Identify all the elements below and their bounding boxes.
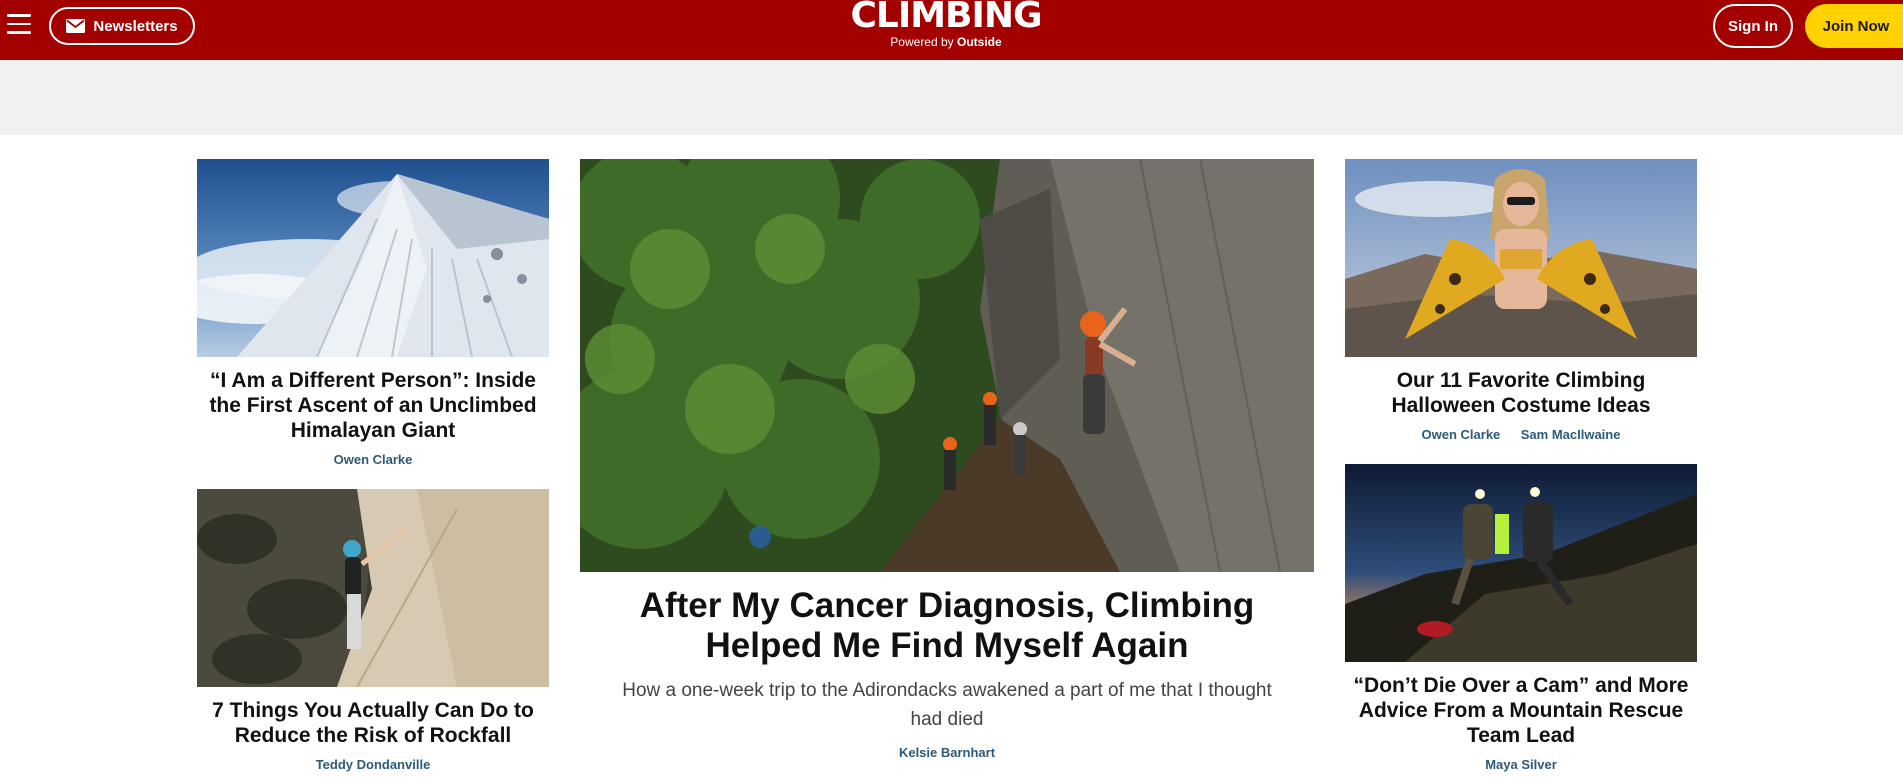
author-link[interactable]: Owen Clarke <box>1422 427 1501 442</box>
article-title[interactable]: Our 11 Favorite Climbing Halloween Costu… <box>1345 368 1697 418</box>
hamburger-menu-icon[interactable] <box>7 14 31 35</box>
tagline-brand: Outside <box>957 35 1002 49</box>
article-image-mountain-rescue[interactable] <box>1345 464 1697 662</box>
article-authors: Owen Clarke Sam MacIlwaine <box>1345 426 1697 444</box>
article-card-left-top: “I Am a Different Person”: Inside the Fi… <box>197 159 549 469</box>
article-authors: Kelsie Barnhart <box>580 744 1314 762</box>
article-card-feature: After My Cancer Diagnosis, Climbing Help… <box>580 159 1314 762</box>
article-authors: Maya Silver <box>1345 756 1697 774</box>
article-image-halloween-costume[interactable] <box>1345 159 1697 357</box>
article-title[interactable]: After My Cancer Diagnosis, Climbing Help… <box>580 586 1314 666</box>
article-authors: Owen Clarke <box>197 451 549 469</box>
author-link[interactable]: Maya Silver <box>1485 757 1557 772</box>
article-image-adirondacks-climb[interactable] <box>580 159 1314 572</box>
author-link[interactable]: Teddy Dondanville <box>316 757 431 772</box>
powered-by-tagline: Powered by Outside <box>846 35 1046 49</box>
site-header: Newsletters CLIMBING Powered by Outside … <box>0 0 1903 60</box>
ad-banner-area <box>0 60 1903 135</box>
envelope-icon <box>66 19 86 33</box>
article-title[interactable]: 7 Things You Actually Can Do to Reduce t… <box>197 698 549 748</box>
climbing-logo[interactable]: CLIMBING <box>846 0 1046 34</box>
sign-in-button[interactable]: Sign In <box>1713 4 1793 48</box>
article-card-left-bottom: 7 Things You Actually Can Do to Reduce t… <box>197 489 549 774</box>
article-title[interactable]: “Don’t Die Over a Cam” and More Advice F… <box>1345 673 1697 748</box>
tagline-prefix: Powered by <box>890 35 954 49</box>
author-link[interactable]: Sam MacIlwaine <box>1521 427 1621 442</box>
author-link[interactable]: Kelsie Barnhart <box>899 745 995 760</box>
article-image-himalayan-peak[interactable] <box>197 159 549 357</box>
article-authors: Teddy Dondanville <box>197 756 549 774</box>
article-image-rockfall-climber[interactable] <box>197 489 549 687</box>
article-dek: How a one-week trip to the Adirondacks a… <box>622 680 1272 730</box>
newsletters-button[interactable]: Newsletters <box>49 7 195 45</box>
article-title[interactable]: “I Am a Different Person”: Inside the Fi… <box>197 368 549 443</box>
article-card-right-bottom: “Don’t Die Over a Cam” and More Advice F… <box>1345 464 1697 774</box>
join-now-button[interactable]: Join Now <box>1805 4 1903 48</box>
author-link[interactable]: Owen Clarke <box>334 452 413 467</box>
article-card-right-top: Our 11 Favorite Climbing Halloween Costu… <box>1345 159 1697 444</box>
newsletters-label: Newsletters <box>93 17 178 35</box>
